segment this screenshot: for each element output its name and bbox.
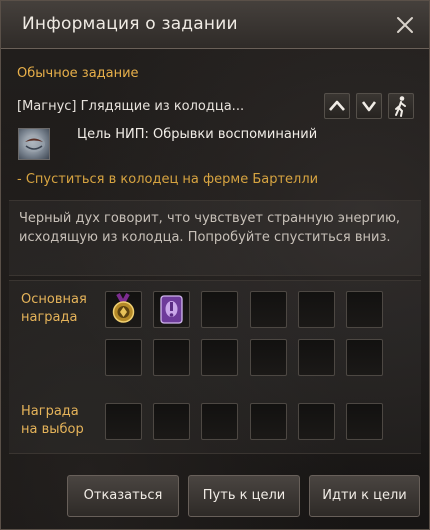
choice-reward-label: Награда на выбор	[21, 403, 84, 439]
medal-icon	[112, 293, 135, 323]
choice-slot-empty[interactable]	[250, 403, 287, 440]
reward-slot-empty[interactable]	[346, 291, 383, 328]
main-reward-label-line2: награда	[21, 310, 78, 325]
choice-slot-empty[interactable]	[298, 403, 335, 440]
walk-icon	[395, 96, 406, 117]
quest-type-label: Обычное задание	[17, 66, 139, 81]
reward-slot-empty[interactable]	[105, 339, 142, 376]
quest-description: Черный дух говорит, что чувствует странн…	[19, 211, 401, 245]
npc-goal-text: Цель НИП: Обрывки воспоминаний	[77, 127, 318, 142]
chevron-down-icon	[361, 101, 377, 112]
reward-slot-empty[interactable]	[201, 291, 238, 328]
move-up-button[interactable]	[324, 93, 350, 119]
quest-objective[interactable]: - Спуститься в колодец на ферме Бартелли	[17, 172, 318, 187]
close-icon	[397, 17, 413, 33]
choice-reward-label-line2: на выбор	[21, 422, 84, 437]
move-down-button[interactable]	[356, 93, 382, 119]
quest-name: [Магнус] Глядящие из колодца...	[17, 99, 245, 114]
choice-slot-empty[interactable]	[346, 403, 383, 440]
reward-slot-empty[interactable]	[346, 339, 383, 376]
npc-portrait-icon	[18, 128, 50, 160]
chevron-up-icon	[329, 100, 345, 111]
choice-slot-empty[interactable]	[153, 403, 190, 440]
window-title: Информация о задании	[22, 14, 238, 34]
reward-slot-empty[interactable]	[201, 339, 238, 376]
go-to-goal-button[interactable]: Идти к цели	[309, 475, 420, 517]
reward-slot-empty[interactable]	[250, 291, 287, 328]
decline-button[interactable]: Отказаться	[67, 475, 179, 517]
reward-slot-empty[interactable]	[298, 291, 335, 328]
description-panel: Черный дух говорит, что чувствует странн…	[9, 200, 421, 276]
choice-slot-empty[interactable]	[105, 403, 142, 440]
path-to-goal-button[interactable]: Путь к цели	[188, 475, 300, 517]
main-reward-label: Основная награда	[21, 291, 87, 327]
auto-navigate-button[interactable]	[388, 93, 414, 119]
choice-reward-label-line1: Награда	[21, 404, 79, 419]
purple-scroll-icon	[160, 295, 183, 324]
reward-slot-empty[interactable]	[298, 339, 335, 376]
close-button[interactable]	[391, 11, 419, 39]
choice-slot-empty[interactable]	[201, 403, 238, 440]
title-bar[interactable]: Информация о задании	[1, 1, 429, 49]
reward-slot-empty[interactable]	[153, 339, 190, 376]
reward-slot-medal[interactable]	[105, 291, 142, 328]
main-reward-label-line1: Основная	[21, 292, 87, 307]
quest-info-window: Информация о задании Обычное задание [Ма…	[0, 0, 430, 530]
reward-slot-scroll[interactable]	[153, 291, 190, 328]
reward-slot-empty[interactable]	[250, 339, 287, 376]
